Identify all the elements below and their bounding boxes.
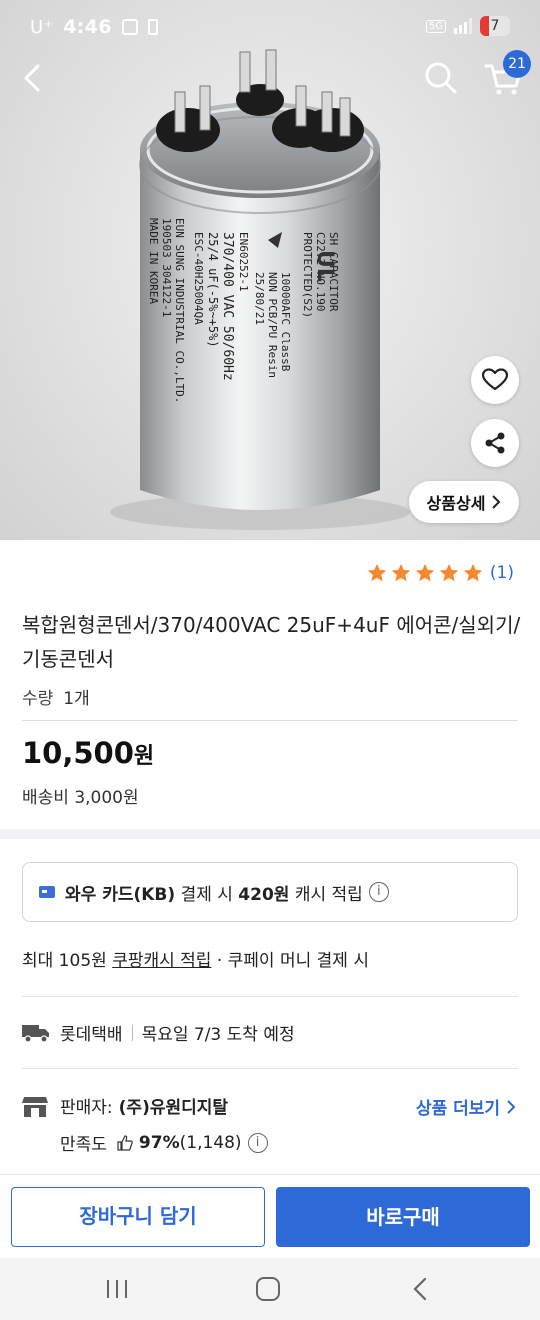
capacitor-label-line-4: 10000AFC ClassB xyxy=(279,272,292,372)
divider xyxy=(22,996,518,997)
status-bar: U⁺ 4:46 5G 7 xyxy=(0,0,540,56)
more-products-label: 상품 더보기 xyxy=(415,1099,501,1119)
capacitor-label-line-11: EUN SUNG INDUSTRIAL CO.,LTD. xyxy=(173,218,186,403)
divider xyxy=(22,1068,518,1069)
capacitor-label-line-12: 190503 304122-1 xyxy=(160,218,173,317)
quantity-value: 1개 xyxy=(63,689,90,709)
network-type: 5G xyxy=(425,19,446,33)
heart-icon xyxy=(482,368,508,391)
seller-satisfaction: 만족도 97% (1,148) i xyxy=(60,1130,268,1155)
card-name: 와우 카드(KB) xyxy=(65,884,176,905)
separator xyxy=(131,1024,133,1041)
buy-now-button[interactable]: 바로구매 xyxy=(276,1187,530,1247)
wishlist-button[interactable] xyxy=(471,356,519,404)
satisfaction-label: 만족도 xyxy=(60,1135,107,1155)
chevron-right-icon xyxy=(507,1100,516,1114)
capacitor-label-line-7: EN60252-1 xyxy=(237,232,250,292)
truck-icon xyxy=(22,1024,49,1043)
screenshot-icon xyxy=(121,19,138,35)
info-icon[interactable]: i xyxy=(247,1132,268,1153)
share-button[interactable] xyxy=(471,419,519,467)
card-benefit-tail: 캐시 적립 xyxy=(294,884,363,905)
star-icon xyxy=(463,563,483,582)
capacitor-label-line-6: 25/80/21 xyxy=(253,272,266,325)
product-detail-label: 상품상세 xyxy=(426,494,486,513)
satisfaction-count: (1,148) xyxy=(179,1132,242,1153)
star-icon xyxy=(391,563,411,582)
more-products-link[interactable]: 상품 더보기 xyxy=(416,1094,516,1119)
capacitor-label-line-10: ESC-40H25004QA xyxy=(192,232,205,325)
system-back-icon[interactable] xyxy=(410,1276,430,1302)
battery-icon: 7 xyxy=(480,16,510,36)
signal-icon xyxy=(454,18,472,34)
add-to-cart-button[interactable]: 장바구니 담기 xyxy=(11,1187,265,1247)
share-icon xyxy=(485,432,505,454)
price-unit: 원 xyxy=(133,744,155,769)
rating[interactable]: (1) xyxy=(366,562,514,584)
ul-logo-icon: UL xyxy=(312,250,337,282)
store-icon xyxy=(22,1096,48,1117)
purchase-action-bar: 장바구니 담기 바로구매 xyxy=(0,1174,540,1258)
review-count-link[interactable]: (1) xyxy=(490,563,514,583)
section-separator xyxy=(0,829,540,839)
product-image-area[interactable]: SH CAPACITOR C22.2 NO.190 PROTECTED(S2) … xyxy=(0,0,540,540)
star-icon xyxy=(367,563,387,582)
satisfaction-value: 97% xyxy=(138,1132,180,1153)
product-detail-button[interactable]: 상품상세 xyxy=(409,481,519,523)
star-icon xyxy=(439,563,459,582)
capacitor-label-line-9: 25/4 uF(-5%~+5%) xyxy=(206,232,220,348)
status-right: 5G 7 xyxy=(425,16,510,36)
price-value: 10,500 xyxy=(22,736,134,770)
capacitor-label-line-13: MADE IN KOREA xyxy=(147,218,160,304)
system-nav-bar xyxy=(0,1258,540,1320)
recent-apps-icon[interactable] xyxy=(104,1278,130,1300)
card-benefit-mid: 결제 시 xyxy=(180,884,233,905)
card-benefit-box[interactable]: 와우 카드(KB) 결제 시 420원 캐시 적립 i xyxy=(22,862,518,922)
divider xyxy=(22,720,518,721)
seller-row: 판매자: (주)유원디지탈 xyxy=(22,1093,228,1118)
quantity-row[interactable]: 수량 1개 xyxy=(22,684,90,709)
credit-card-icon xyxy=(39,886,55,898)
shipping-fee: 배송비 3,000원 xyxy=(22,788,139,808)
carrier-label: U⁺ xyxy=(30,16,54,38)
info-icon[interactable]: i xyxy=(368,882,389,902)
capacitor-label-line-8: 370/400 VAC 50/60Hz xyxy=(220,232,235,381)
sim-icon xyxy=(147,19,158,35)
card-benefit-amount: 420원 xyxy=(238,884,290,905)
seller-label: 판매자: xyxy=(60,1098,113,1118)
clock: 4:46 xyxy=(63,16,112,38)
delivery-eta: 목요일 7/3 도착 예정 xyxy=(141,1025,295,1045)
top-nav xyxy=(0,56,540,100)
cart-count-badge: 21 xyxy=(503,50,531,78)
search-icon[interactable] xyxy=(421,58,461,98)
cash-reward-prefix: 최대 105원 xyxy=(22,951,107,971)
seller-name[interactable]: (주)유원디지탈 xyxy=(119,1093,228,1118)
cash-reward-suffix: · 쿠페이 머니 결제 시 xyxy=(216,951,369,971)
back-arrow-icon[interactable] xyxy=(16,58,52,98)
home-icon[interactable] xyxy=(256,1277,280,1301)
delivery-row: 롯데택배 목요일 7/3 도착 예정 xyxy=(22,1020,295,1045)
courier-name: 롯데택배 xyxy=(60,1025,123,1045)
quantity-label: 수량 xyxy=(22,689,54,709)
price: 10,500원 xyxy=(22,736,154,770)
star-icon xyxy=(415,563,435,582)
status-left: U⁺ 4:46 xyxy=(30,16,158,38)
chevron-right-icon xyxy=(492,495,501,509)
product-detail-page: SH CAPACITOR C22.2 NO.190 PROTECTED(S2) … xyxy=(0,0,540,1320)
thumbs-up-icon xyxy=(117,1134,133,1151)
capacitor-label-line-5: NON PCB/PU Resin xyxy=(266,272,279,378)
cash-reward-row: 최대 105원 쿠팡캐시 적립 · 쿠페이 머니 결제 시 xyxy=(22,946,369,971)
coupang-cash-link[interactable]: 쿠팡캐시 적립 xyxy=(112,951,211,971)
product-title: 복합원형콘덴서/370/400VAC 25uF+4uF 에어콘/실외기/기동콘덴… xyxy=(22,613,521,671)
